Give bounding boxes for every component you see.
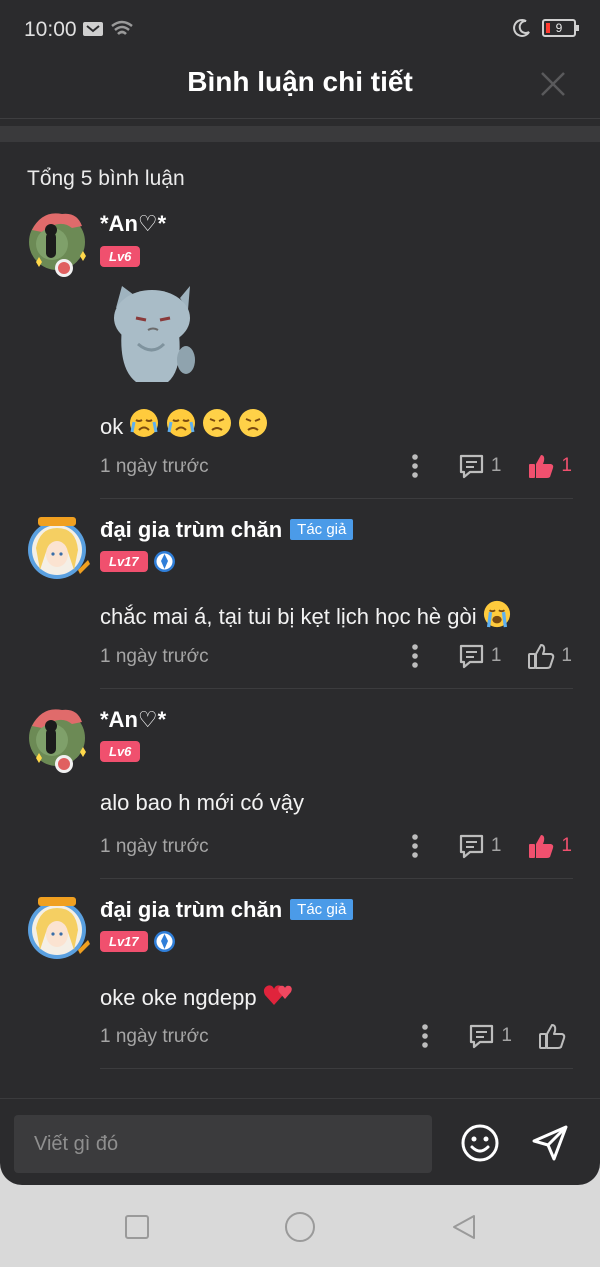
comment-text: oke oke ngdepp: [100, 981, 293, 1011]
hearts-emoji: [263, 985, 292, 1005]
status-icons-right: 9: [512, 18, 579, 38]
send-icon[interactable]: [530, 1123, 570, 1163]
emoji-group: [129, 409, 267, 439]
like-count: 1: [561, 835, 572, 856]
comment-input[interactable]: [14, 1115, 432, 1173]
comment-time: 1 ngày trước: [100, 456, 209, 477]
wifi-icon: [111, 20, 133, 35]
comment-separator: [100, 1068, 573, 1069]
verify-icon: [154, 551, 175, 572]
header: Bình luận chi tiết: [0, 58, 600, 118]
comment-text: chắc mai á, tại tui bị kẹt lịch học hè g…: [100, 600, 511, 630]
like-icon: [529, 455, 554, 478]
username[interactable]: đại gia trùm chăn Tác giả: [100, 897, 354, 923]
reply-button[interactable]: 1: [458, 643, 502, 670]
status-bar: 10:00 9: [0, 0, 600, 58]
reply-count: 1: [501, 1025, 512, 1046]
like-button[interactable]: [538, 1022, 572, 1050]
back-button[interactable]: [450, 1213, 478, 1241]
comment-actions: 1 1: [410, 831, 572, 861]
user-avatar[interactable]: [22, 208, 92, 278]
reply-button[interactable]: 1: [468, 1023, 512, 1050]
crying-face-emoji: [130, 409, 159, 437]
moon-icon: [513, 19, 530, 37]
username[interactable]: *An♡*: [100, 707, 166, 733]
comment-time: 1 ngày trước: [100, 836, 209, 857]
username-text: đại gia trùm chăn: [100, 517, 283, 542]
comment-text-content: chắc mai á, tại tui bị kẹt lịch học hè g…: [100, 604, 477, 629]
like-icon: [539, 1024, 566, 1049]
notification-icon: [83, 22, 103, 36]
more-icon[interactable]: [410, 642, 420, 670]
like-icon: [529, 835, 554, 858]
level-badge: Lv6: [100, 741, 141, 762]
emoji-icon[interactable]: [460, 1123, 500, 1163]
like-button[interactable]: 1: [527, 452, 572, 480]
username-text: đại gia trùm chăn: [100, 897, 283, 922]
crying-face-emoji: [166, 409, 195, 437]
loudly-crying-face-emoji: [483, 600, 510, 628]
reply-button[interactable]: 1: [458, 453, 502, 480]
cat-sticker: [114, 286, 195, 382]
reply-icon: [459, 454, 483, 478]
page-title: Bình luận chi tiết: [187, 66, 413, 97]
comment-text-content: ok: [100, 414, 124, 439]
header-band: [0, 126, 600, 142]
home-button[interactable]: [284, 1211, 316, 1243]
reply-icon: [459, 834, 483, 858]
reply-count: 1: [490, 455, 502, 476]
reply-count: 1: [490, 835, 502, 856]
level-badge: Lv17: [100, 931, 148, 952]
battery-level: 9: [555, 21, 563, 35]
more-icon[interactable]: [420, 1022, 430, 1050]
comment-actions: 1: [420, 1021, 572, 1051]
comment-time: 1 ngày trước: [100, 646, 209, 667]
author-badge: Tác giả: [290, 899, 354, 920]
user-avatar[interactable]: [22, 514, 92, 584]
comment-separator: [100, 498, 573, 499]
reply-icon: [470, 1024, 494, 1048]
frowning-face-emoji: [238, 409, 267, 437]
comment-time: 1 ngày trước: [100, 1026, 209, 1047]
comment-actions: 1 1: [410, 641, 572, 671]
comment-separator: [100, 878, 573, 879]
reply-count: 1: [490, 645, 502, 666]
status-time: 10:00: [24, 18, 77, 41]
more-icon[interactable]: [410, 832, 420, 860]
system-nav-bar: [0, 1185, 600, 1267]
user-avatar[interactable]: [22, 894, 92, 964]
battery-icon: 9: [542, 19, 579, 37]
header-divider: [0, 118, 600, 119]
reply-icon: [459, 644, 483, 668]
close-icon[interactable]: [539, 70, 567, 98]
like-button[interactable]: 1: [527, 642, 572, 670]
user-avatar[interactable]: [22, 704, 92, 774]
comment-separator: [100, 688, 573, 689]
comment-actions: 1 1: [410, 451, 572, 481]
username[interactable]: *An♡*: [100, 211, 166, 237]
more-icon[interactable]: [410, 452, 420, 480]
username[interactable]: đại gia trùm chăn Tác giả: [100, 517, 354, 543]
comment-text: ok: [100, 408, 268, 440]
level-badge: Lv17: [100, 551, 148, 572]
comment-text-content: oke oke ngdepp: [100, 985, 257, 1010]
like-count: 1: [561, 455, 572, 476]
reply-button[interactable]: 1: [458, 833, 502, 860]
comment-input-bar: [0, 1098, 600, 1185]
verify-icon: [154, 931, 175, 952]
recents-button[interactable]: [123, 1213, 151, 1241]
total-comments-label: Tổng 5 bình luận: [27, 167, 185, 190]
like-icon: [528, 644, 555, 669]
comment-text: alo bao h mới có vậy: [100, 790, 304, 815]
author-badge: Tác giả: [290, 519, 354, 540]
status-icons-left: [82, 20, 134, 38]
frowning-face-emoji: [202, 409, 231, 437]
like-count: 1: [561, 645, 572, 666]
like-button[interactable]: 1: [527, 832, 572, 860]
level-badge: Lv6: [100, 246, 141, 267]
comment-screen: 10:00 9 Bình luận chi tiết Tổng 5 bình l…: [0, 0, 600, 1185]
